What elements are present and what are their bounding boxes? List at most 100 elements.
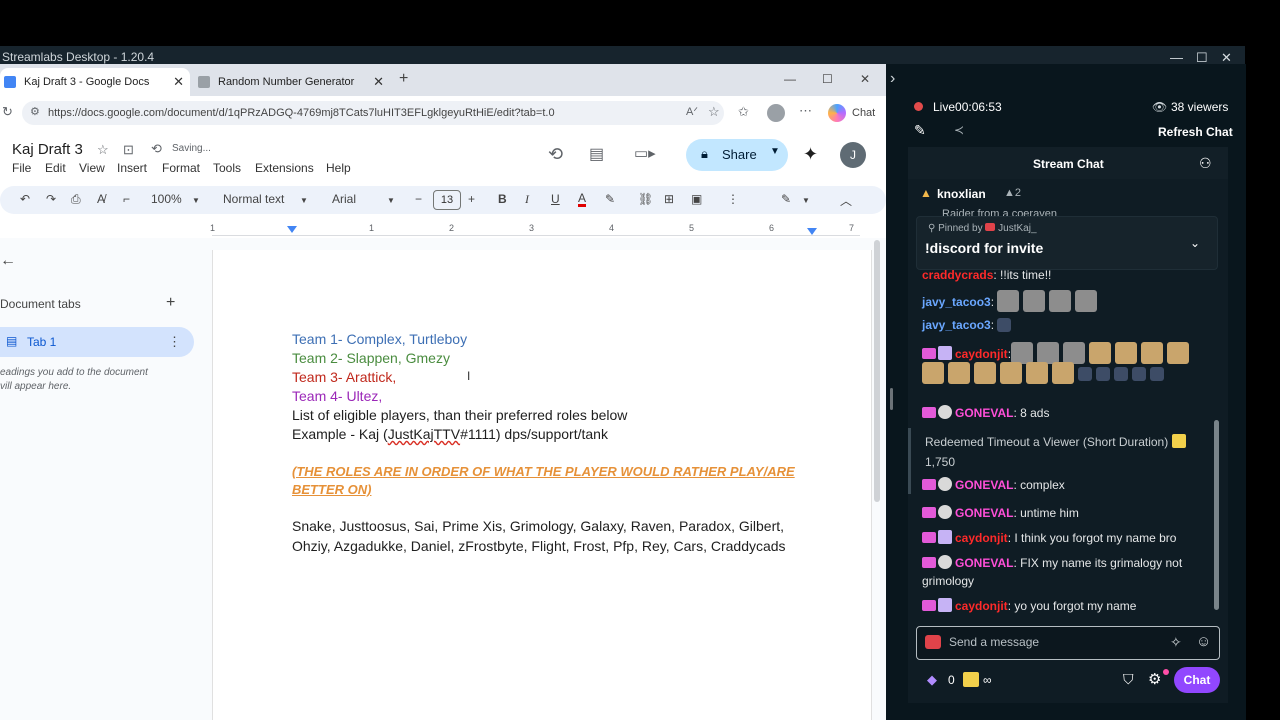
document-title[interactable]: Kaj Draft 3 — [12, 141, 83, 158]
menu-view[interactable]: View — [79, 161, 105, 175]
chat-username[interactable]: craddycrads — [922, 268, 993, 282]
close-icon[interactable]: ✕ — [373, 74, 384, 90]
chat-username[interactable]: GONEVAL — [955, 478, 1013, 492]
chat-username[interactable]: caydonjit — [955, 599, 1008, 613]
chat-username[interactable]: javy_tacoo3 — [922, 295, 991, 309]
font-select[interactable]: Arial — [332, 192, 356, 206]
link-icon[interactable]: ⛓ — [638, 192, 653, 206]
meet-icon[interactable]: ▭▸ — [634, 144, 656, 162]
more-vertical-icon[interactable]: ⋮ — [168, 334, 181, 350]
menu-tools[interactable]: Tools — [213, 161, 241, 175]
chat-text: : 8 ads — [1013, 406, 1050, 420]
menu-help[interactable]: Help — [326, 161, 351, 175]
star-icon[interactable]: ☆ — [708, 104, 720, 120]
add-tab-button[interactable]: + — [166, 294, 175, 312]
collapse-menus-icon[interactable]: ︿ — [840, 192, 852, 209]
gemini-icon[interactable]: ✦ — [803, 144, 818, 165]
read-aloud-icon[interactable]: Aᐟ — [686, 105, 698, 118]
increase-font-button[interactable]: + — [468, 192, 475, 206]
text-color-icon[interactable]: A — [578, 192, 587, 207]
chevron-down-icon[interactable]: ▼ — [802, 196, 810, 205]
highlight-icon[interactable]: ✎ — [605, 192, 615, 206]
add-comment-icon[interactable]: ⊞ — [664, 192, 674, 206]
menu-insert[interactable]: Insert — [117, 161, 147, 175]
chat-username[interactable]: caydonjit — [955, 531, 1008, 545]
paint-format-icon[interactable]: ⌐ — [123, 192, 130, 206]
indent-marker-icon[interactable] — [287, 226, 297, 233]
chat-send-button[interactable]: Chat — [1174, 667, 1220, 693]
menu-file[interactable]: File — [12, 161, 31, 175]
browser-tab-docs[interactable]: Kaj Draft 3 - Google Docs ✕ — [0, 68, 190, 96]
star-icon[interactable]: ☆ — [97, 142, 109, 158]
top-chatter-name[interactable]: knoxlian — [937, 187, 986, 201]
zoom-select[interactable]: 100% — [151, 192, 182, 206]
undo-icon[interactable]: ↶ — [20, 192, 30, 206]
close-icon[interactable]: ✕ — [173, 74, 184, 90]
bold-icon[interactable]: B — [498, 192, 507, 206]
streamlabs-minimize-button[interactable]: — — [1170, 50, 1183, 65]
copilot-chat-button[interactable]: Chat — [852, 107, 875, 119]
bits-icon[interactable]: ◆ — [927, 672, 937, 688]
gear-icon[interactable]: ⚙ — [1148, 670, 1161, 688]
move-folder-icon[interactable]: ⊡ — [123, 142, 134, 158]
collapse-panel-icon[interactable]: › — [890, 70, 895, 88]
font-size-input[interactable]: 13 — [433, 190, 461, 210]
favorites-icon[interactable]: ✩ — [738, 104, 749, 120]
window-minimize-button[interactable]: — — [784, 72, 796, 86]
edit-pencil-icon[interactable]: ✎ — [914, 122, 926, 139]
address-bar[interactable]: ⚙ https://docs.google.com/document/d/1qP… — [22, 101, 724, 125]
cheer-icon[interactable]: ✧ — [1170, 634, 1182, 651]
streamlabs-title: Streamlabs Desktop - 1.20.4 — [2, 50, 155, 64]
menu-extensions[interactable]: Extensions — [255, 161, 314, 175]
redo-icon[interactable]: ↷ — [46, 192, 56, 206]
menu-format[interactable]: Format — [162, 161, 200, 175]
more-vertical-icon[interactable]: ⋮ — [727, 192, 739, 206]
chat-username[interactable]: GONEVAL — [955, 406, 1013, 420]
menu-edit[interactable]: Edit — [45, 161, 66, 175]
avatar[interactable]: J — [840, 142, 866, 168]
channel-points-icon[interactable] — [963, 672, 979, 687]
chat-scrollbar[interactable] — [1214, 420, 1219, 610]
style-select[interactable]: Normal text — [223, 192, 284, 206]
chevron-down-icon[interactable]: ▼ — [300, 196, 308, 205]
site-info-icon[interactable]: ⚙ — [30, 105, 40, 118]
decrease-font-button[interactable]: − — [415, 192, 422, 206]
print-icon[interactable]: ⎙ — [71, 192, 81, 207]
window-close-button[interactable]: ✕ — [860, 72, 870, 86]
copilot-icon[interactable] — [828, 104, 846, 122]
version-history-icon[interactable]: ⟲ — [548, 144, 563, 165]
emoji-icon[interactable]: ☺ — [1196, 633, 1211, 650]
chevron-down-icon[interactable]: ⌄ — [1190, 236, 1200, 250]
insert-image-icon[interactable]: ▣ — [691, 192, 702, 206]
user-list-icon[interactable]: ⚇ — [1199, 155, 1212, 172]
document-scrollbar[interactable] — [874, 240, 880, 502]
editing-mode-icon[interactable]: ✎ — [781, 192, 791, 206]
more-icon[interactable]: ⋯ — [799, 103, 812, 119]
shield-icon[interactable]: ⛉ — [1123, 671, 1134, 688]
comments-icon[interactable]: ▤ — [589, 144, 604, 164]
chevron-down-icon[interactable]: ▼ — [192, 196, 200, 205]
window-maximize-button[interactable]: ☐ — [822, 72, 833, 86]
new-tab-button[interactable]: + — [399, 70, 408, 88]
underline-icon[interactable]: U — [551, 192, 560, 206]
chevron-down-icon[interactable]: ▼ — [387, 196, 395, 205]
italic-icon[interactable]: I — [525, 192, 529, 207]
chevron-down-icon[interactable]: ▼ — [770, 146, 780, 157]
emote-icon — [922, 362, 944, 384]
chat-username[interactable]: GONEVAL — [955, 556, 1013, 570]
pane-splitter[interactable] — [890, 388, 893, 410]
profile-icon[interactable] — [767, 104, 785, 122]
refresh-chat-button[interactable]: Refresh Chat — [1158, 125, 1233, 139]
chat-text: : untime him — [1013, 506, 1079, 520]
spellcheck-icon[interactable]: A̸ — [97, 192, 105, 206]
ruler-number: 3 — [529, 223, 535, 233]
skull-badge-icon — [938, 477, 952, 491]
chat-username[interactable]: caydonjit — [955, 347, 1008, 361]
share-icon[interactable]: ≺ — [954, 123, 964, 137]
right-indent-marker-icon[interactable] — [807, 228, 817, 235]
back-arrow-icon[interactable]: ← — [0, 252, 16, 270]
reload-icon[interactable]: ↻ — [2, 104, 13, 120]
chat-username[interactable]: javy_tacoo3 — [922, 318, 991, 332]
browser-tab-rng[interactable]: Random Number Generator ✕ — [194, 68, 390, 96]
chat-username[interactable]: GONEVAL — [955, 506, 1013, 520]
